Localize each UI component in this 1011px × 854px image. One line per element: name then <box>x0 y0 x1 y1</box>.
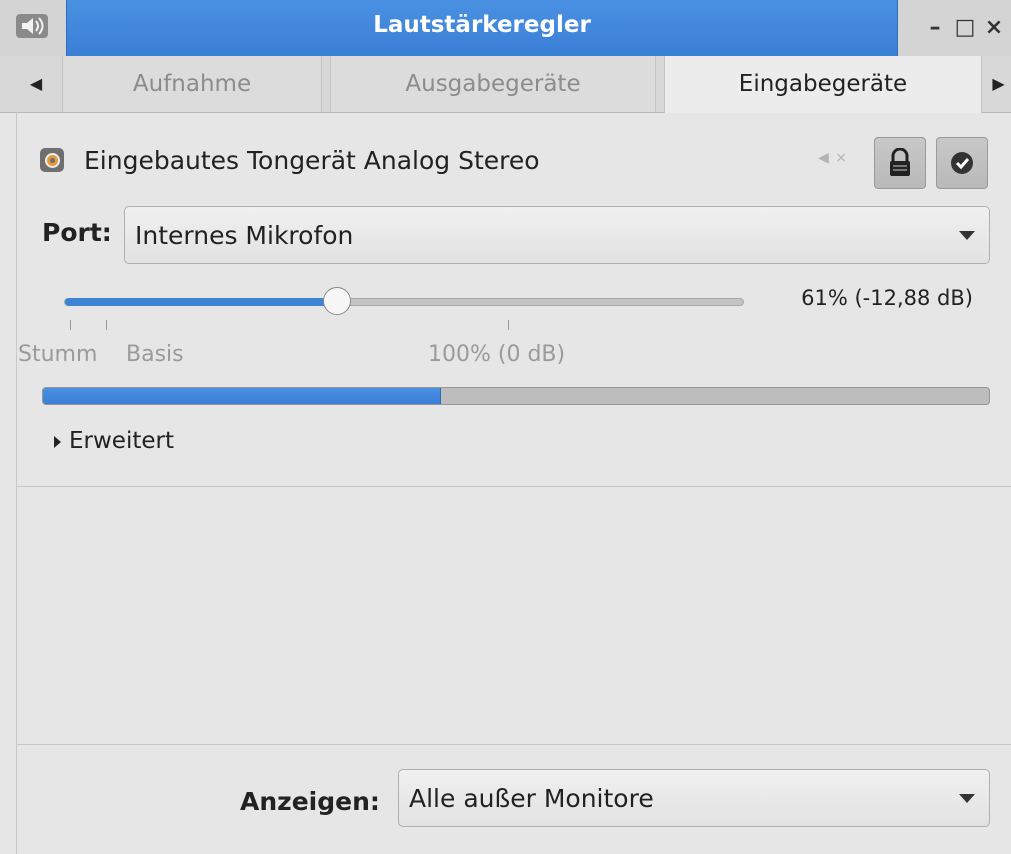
lock-channels-button[interactable] <box>874 137 926 189</box>
volume-slider[interactable] <box>64 298 744 306</box>
tab-eingabegeraete[interactable]: Eingabegeräte <box>664 56 982 114</box>
port-select[interactable]: Internes Mikrofon <box>124 206 990 264</box>
mark-mute-label: Stumm <box>18 342 98 367</box>
tab-scroll-left-icon[interactable]: ◀ <box>16 56 56 112</box>
triangle-right-icon <box>54 435 61 448</box>
show-label: Anzeigen: <box>240 787 380 816</box>
audio-card-icon <box>40 148 64 172</box>
speaker-icon <box>16 14 48 38</box>
level-meter <box>42 387 990 405</box>
port-select-value: Internes Mikrofon <box>135 221 354 250</box>
tab-ausgabegeraete[interactable]: Ausgabegeräte <box>330 56 656 112</box>
title-bar[interactable]: Lautstärkeregler – □ × <box>0 0 1011 56</box>
level-meter-fill <box>43 388 442 404</box>
chevron-down-icon <box>959 231 975 240</box>
show-filter-value: Alle außer Monitore <box>409 784 654 813</box>
volume-slider-handle[interactable] <box>323 287 352 315</box>
lock-icon <box>890 148 910 176</box>
check-circle-icon <box>951 152 973 174</box>
tick-100 <box>508 320 509 330</box>
advanced-expander[interactable]: Erweitert <box>54 428 174 454</box>
maximize-button[interactable]: □ <box>950 12 980 44</box>
close-button[interactable]: × <box>979 12 1009 44</box>
tick-mute <box>70 320 71 330</box>
mark-100-label: 100% (0 dB) <box>428 342 566 367</box>
minimize-button[interactable]: – <box>920 12 950 44</box>
speaker-muted-icon[interactable]: ◀ × <box>818 150 848 166</box>
tab-scroll-right-icon[interactable]: ▶ <box>986 56 1011 112</box>
volume-slider-fill <box>65 298 339 306</box>
volume-control-window: Lautstärkeregler – □ × ◀ Aufnahme Ausgab… <box>0 0 1011 854</box>
tab-bar: ◀ Aufnahme Ausgabegeräte Eingabegeräte ▶ <box>0 56 1011 114</box>
volume-readout: 61% (-12,88 dB) <box>801 286 973 310</box>
tick-base <box>106 320 107 330</box>
divider <box>16 486 1011 487</box>
divider <box>16 744 1011 745</box>
set-default-button[interactable] <box>936 137 988 189</box>
device-name: Eingebautes Tongerät Analog Stereo <box>84 146 540 175</box>
advanced-label: Erweitert <box>69 428 174 454</box>
chevron-down-icon <box>959 794 975 803</box>
mark-base-label: Basis <box>126 342 184 367</box>
window-title: Lautstärkeregler <box>373 12 591 38</box>
tab-aufnahme[interactable]: Aufnahme <box>62 56 322 112</box>
show-filter-select[interactable]: Alle außer Monitore <box>398 769 990 827</box>
title-area: Lautstärkeregler <box>66 0 898 56</box>
port-label: Port: <box>42 218 112 247</box>
